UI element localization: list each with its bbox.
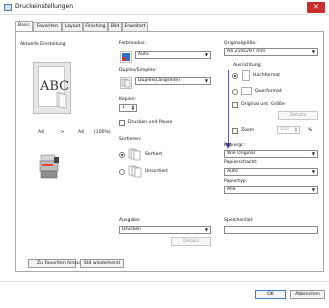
portrait-radio[interactable] bbox=[232, 73, 238, 79]
add-to-favorites-button[interactable]: Zu Favoriten hinzufügen bbox=[28, 259, 93, 268]
footer-separator bbox=[0, 281, 329, 282]
sort-label: Sortieren: bbox=[119, 137, 142, 142]
portrait-label: Hochformat bbox=[253, 73, 281, 78]
duplex-value: Duplex(Langseite) bbox=[138, 78, 181, 83]
storage-target-input[interactable] bbox=[224, 226, 318, 234]
landscape-radio[interactable] bbox=[232, 89, 238, 95]
paper-tray-label: Papierschacht: bbox=[224, 160, 258, 165]
color-mode-select[interactable]: Auto ▼ bbox=[135, 51, 211, 59]
unsorted-pages-icon bbox=[128, 165, 142, 178]
paper-type-select[interactable]: Alle ▼ bbox=[224, 186, 318, 194]
copies-input[interactable]: 1 ▲ ▼ bbox=[119, 104, 137, 112]
paper-type-value: Alle bbox=[227, 187, 236, 192]
tab-layout[interactable]: Layout bbox=[62, 22, 83, 31]
chevron-down-icon: ▼ bbox=[204, 78, 208, 83]
printer-app-icon bbox=[4, 4, 12, 11]
original-size-label: Originalgröße: bbox=[224, 41, 257, 46]
color-mode-value: Auto bbox=[138, 52, 149, 57]
tab-bild[interactable]: Bild bbox=[108, 22, 122, 31]
color-mode-icon bbox=[120, 51, 132, 63]
close-button[interactable]: ✕ bbox=[307, 2, 325, 13]
output-value: Drucken bbox=[122, 227, 142, 232]
portrait-page-icon bbox=[242, 70, 250, 81]
chevron-down-icon: ▼ bbox=[311, 49, 315, 54]
zoom-input[interactable]: 100 ▲ ▼ bbox=[277, 126, 300, 134]
tab-favoriten[interactable]: Favoriten bbox=[33, 22, 62, 31]
sort-sorted-radio[interactable] bbox=[119, 152, 125, 158]
sort-unsorted-label: Unsortiert bbox=[145, 169, 168, 174]
paper-type-label: Papiertyp: bbox=[224, 179, 248, 184]
paper-size-value: Wie Original bbox=[227, 151, 255, 156]
print-pause-checkbox[interactable] bbox=[119, 120, 125, 126]
duplex-select[interactable]: Duplex(Langseite) ▼ bbox=[135, 77, 211, 85]
tab-finishing[interactable]: Finishing bbox=[83, 22, 108, 31]
duplex-label: Duplex/Simplex: bbox=[119, 68, 157, 73]
original-diff-size-label: Original unt. Größe bbox=[241, 102, 285, 107]
output-select[interactable]: Drucken ▼ bbox=[119, 226, 211, 234]
restore-defaults-button[interactable]: Std wiederherst bbox=[80, 259, 124, 268]
cancel-button[interactable]: Abbrechen bbox=[290, 290, 325, 299]
current-arrow: -> bbox=[59, 130, 65, 135]
zoom-unit: % bbox=[308, 128, 313, 133]
original-size-value: A4 210x297 mm bbox=[227, 49, 266, 54]
original-diff-size-checkbox[interactable] bbox=[232, 102, 238, 108]
zoom-label: Zoom bbox=[241, 128, 255, 133]
spin-arrows-icon[interactable]: ▲ ▼ bbox=[295, 127, 297, 133]
print-pause-label: Drucken und Pause bbox=[128, 120, 173, 125]
paper-size-select[interactable]: Wie Original ▼ bbox=[224, 150, 318, 158]
copies-value: 1 bbox=[122, 105, 125, 110]
copies-label: Kopien: bbox=[119, 97, 137, 102]
zoom-checkbox[interactable] bbox=[232, 128, 238, 134]
chevron-down-icon: ▼ bbox=[311, 169, 315, 174]
orientation-arrow-line bbox=[228, 70, 229, 147]
sort-unsorted-radio[interactable] bbox=[119, 169, 125, 175]
original-diff-details-button[interactable]: Details bbox=[278, 111, 318, 120]
sorted-pages-icon bbox=[128, 148, 141, 161]
chevron-down-icon: ▼ bbox=[204, 227, 208, 232]
paper-size-label: Papiergr.: bbox=[224, 143, 246, 148]
current-from-size: A4 bbox=[38, 130, 45, 135]
chevron-down-icon: ▼ bbox=[311, 151, 315, 156]
current-settings-heading: Aktuelle Einstellung bbox=[20, 42, 66, 47]
paper-tray-select[interactable]: Auto ▼ bbox=[224, 168, 318, 176]
current-to-size: A4 bbox=[78, 130, 85, 135]
sort-sorted-label: Sortiert bbox=[145, 152, 163, 157]
ok-button[interactable]: OK bbox=[255, 290, 286, 299]
output-details-button[interactable]: Details bbox=[171, 237, 211, 246]
tab-basic[interactable]: Basic bbox=[15, 21, 33, 31]
chevron-down-icon: ▼ bbox=[204, 52, 208, 57]
current-scale: (100%) bbox=[94, 130, 111, 135]
duplex-icon bbox=[120, 77, 132, 89]
tab-erweitert[interactable]: Erweitert bbox=[122, 22, 148, 31]
printer-image bbox=[39, 154, 59, 179]
landscape-label: Querformat bbox=[255, 89, 282, 94]
output-label: Ausgabe: bbox=[119, 218, 141, 223]
paper-tray-value: Auto bbox=[227, 169, 238, 174]
chevron-down-icon: ▼ bbox=[311, 187, 315, 192]
orientation-label: Ausrichtung: bbox=[233, 63, 263, 68]
zoom-value: 100 bbox=[280, 127, 289, 132]
pages-stack-icon bbox=[56, 91, 67, 109]
landscape-page-icon bbox=[241, 87, 252, 95]
window-title: Druckeinstellungen bbox=[15, 3, 74, 10]
spin-arrows-icon[interactable]: ▲ ▼ bbox=[132, 105, 134, 111]
storage-target-label: Speicherziel: bbox=[224, 218, 254, 223]
color-mode-label: Farbmodus: bbox=[119, 41, 146, 46]
original-size-select[interactable]: A4 210x297 mm ▼ bbox=[224, 48, 318, 56]
